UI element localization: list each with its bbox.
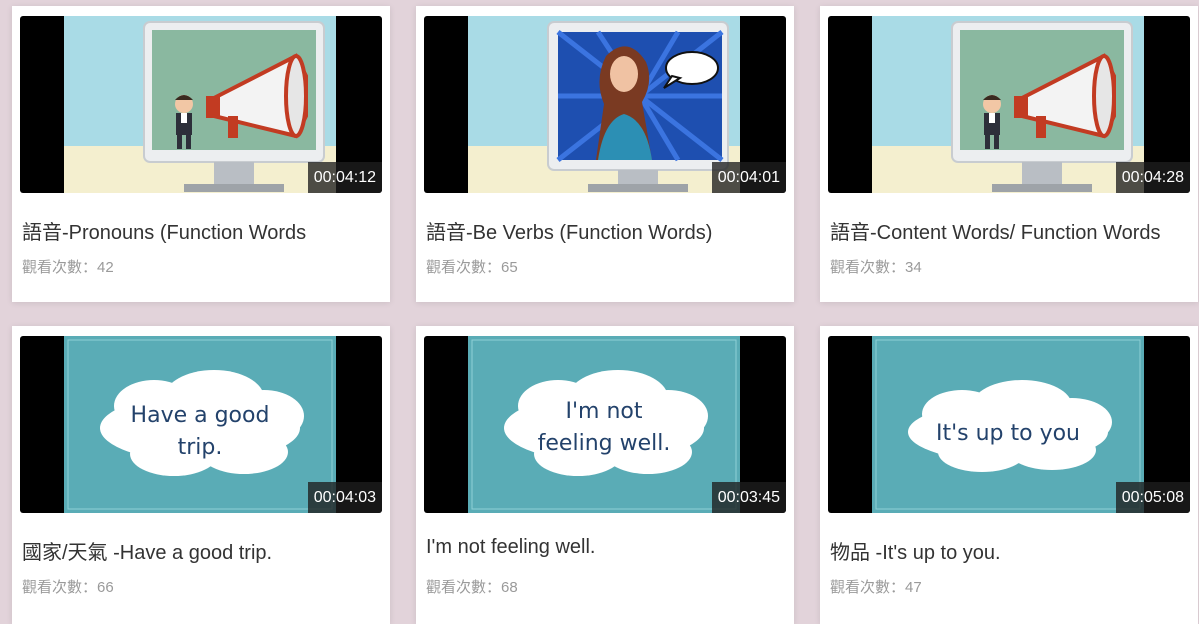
cloud-line: It's up to you xyxy=(936,421,1080,446)
cloud-line: Have a good xyxy=(131,403,270,428)
video-thumbnail[interactable]: It's up to you 00:05:08 xyxy=(828,336,1190,513)
video-card[interactable]: I'm not feeling well. 00:03:45 I'm not f… xyxy=(416,326,794,624)
video-title[interactable]: 國家/天氣 -Have a good trip. xyxy=(22,536,382,565)
video-title[interactable]: 物品 -It's up to you. xyxy=(830,536,1190,565)
duration-badge: 00:04:03 xyxy=(307,482,382,513)
cloud-slide: It's up to you xyxy=(872,336,1144,513)
video-card[interactable]: It's up to you 00:05:08 物品 -It's up to y… xyxy=(820,326,1198,624)
duration-badge: 00:04:12 xyxy=(307,162,382,193)
view-count: 觀看次數：34 xyxy=(830,259,922,276)
video-card[interactable]: 00:04:28 語音-Content Words/ Function Word… xyxy=(820,6,1198,302)
video-thumbnail[interactable]: 00:04:01 xyxy=(424,16,786,193)
duration-badge: 00:05:08 xyxy=(1115,482,1190,513)
video-title[interactable]: I'm not feeling well. xyxy=(426,536,786,559)
megaphone-illustration xyxy=(872,16,1144,193)
video-thumbnail[interactable]: 00:04:12 xyxy=(20,16,382,193)
video-grid: 00:04:12 語音-Pronouns (Function Words 觀看次… xyxy=(0,0,1199,624)
video-title[interactable]: 語音-Content Words/ Function Words xyxy=(830,216,1190,245)
view-count: 觀看次數：65 xyxy=(426,259,518,276)
video-title[interactable]: 語音-Pronouns (Function Words xyxy=(22,216,382,245)
video-card[interactable]: 00:04:12 語音-Pronouns (Function Words 觀看次… xyxy=(12,6,390,302)
video-thumbnail[interactable]: Have a good trip. 00:04:03 xyxy=(20,336,382,513)
megaphone-illustration xyxy=(64,16,336,193)
video-title[interactable]: 語音-Be Verbs (Function Words) xyxy=(426,216,786,245)
cloud-slide: Have a good trip. xyxy=(64,336,336,513)
cloud-line: feeling well. xyxy=(538,431,671,456)
duration-badge: 00:04:28 xyxy=(1115,162,1190,193)
view-count: 觀看次數：47 xyxy=(830,579,922,596)
video-card[interactable]: Have a good trip. 00:04:03 國家/天氣 -Have a… xyxy=(12,326,390,624)
cloud-line: trip. xyxy=(178,435,223,460)
popart-illustration xyxy=(468,16,740,193)
duration-badge: 00:03:45 xyxy=(711,482,786,513)
view-count: 觀看次數：68 xyxy=(426,579,518,596)
view-count: 觀看次數：66 xyxy=(22,579,114,596)
video-thumbnail[interactable]: I'm not feeling well. 00:03:45 xyxy=(424,336,786,513)
video-card[interactable]: 00:04:01 語音-Be Verbs (Function Words) 觀看… xyxy=(416,6,794,302)
video-thumbnail[interactable]: 00:04:28 xyxy=(828,16,1190,193)
cloud-slide: I'm not feeling well. xyxy=(468,336,740,513)
cloud-line: I'm not xyxy=(566,399,643,424)
duration-badge: 00:04:01 xyxy=(711,162,786,193)
view-count: 觀看次數：42 xyxy=(22,259,114,276)
